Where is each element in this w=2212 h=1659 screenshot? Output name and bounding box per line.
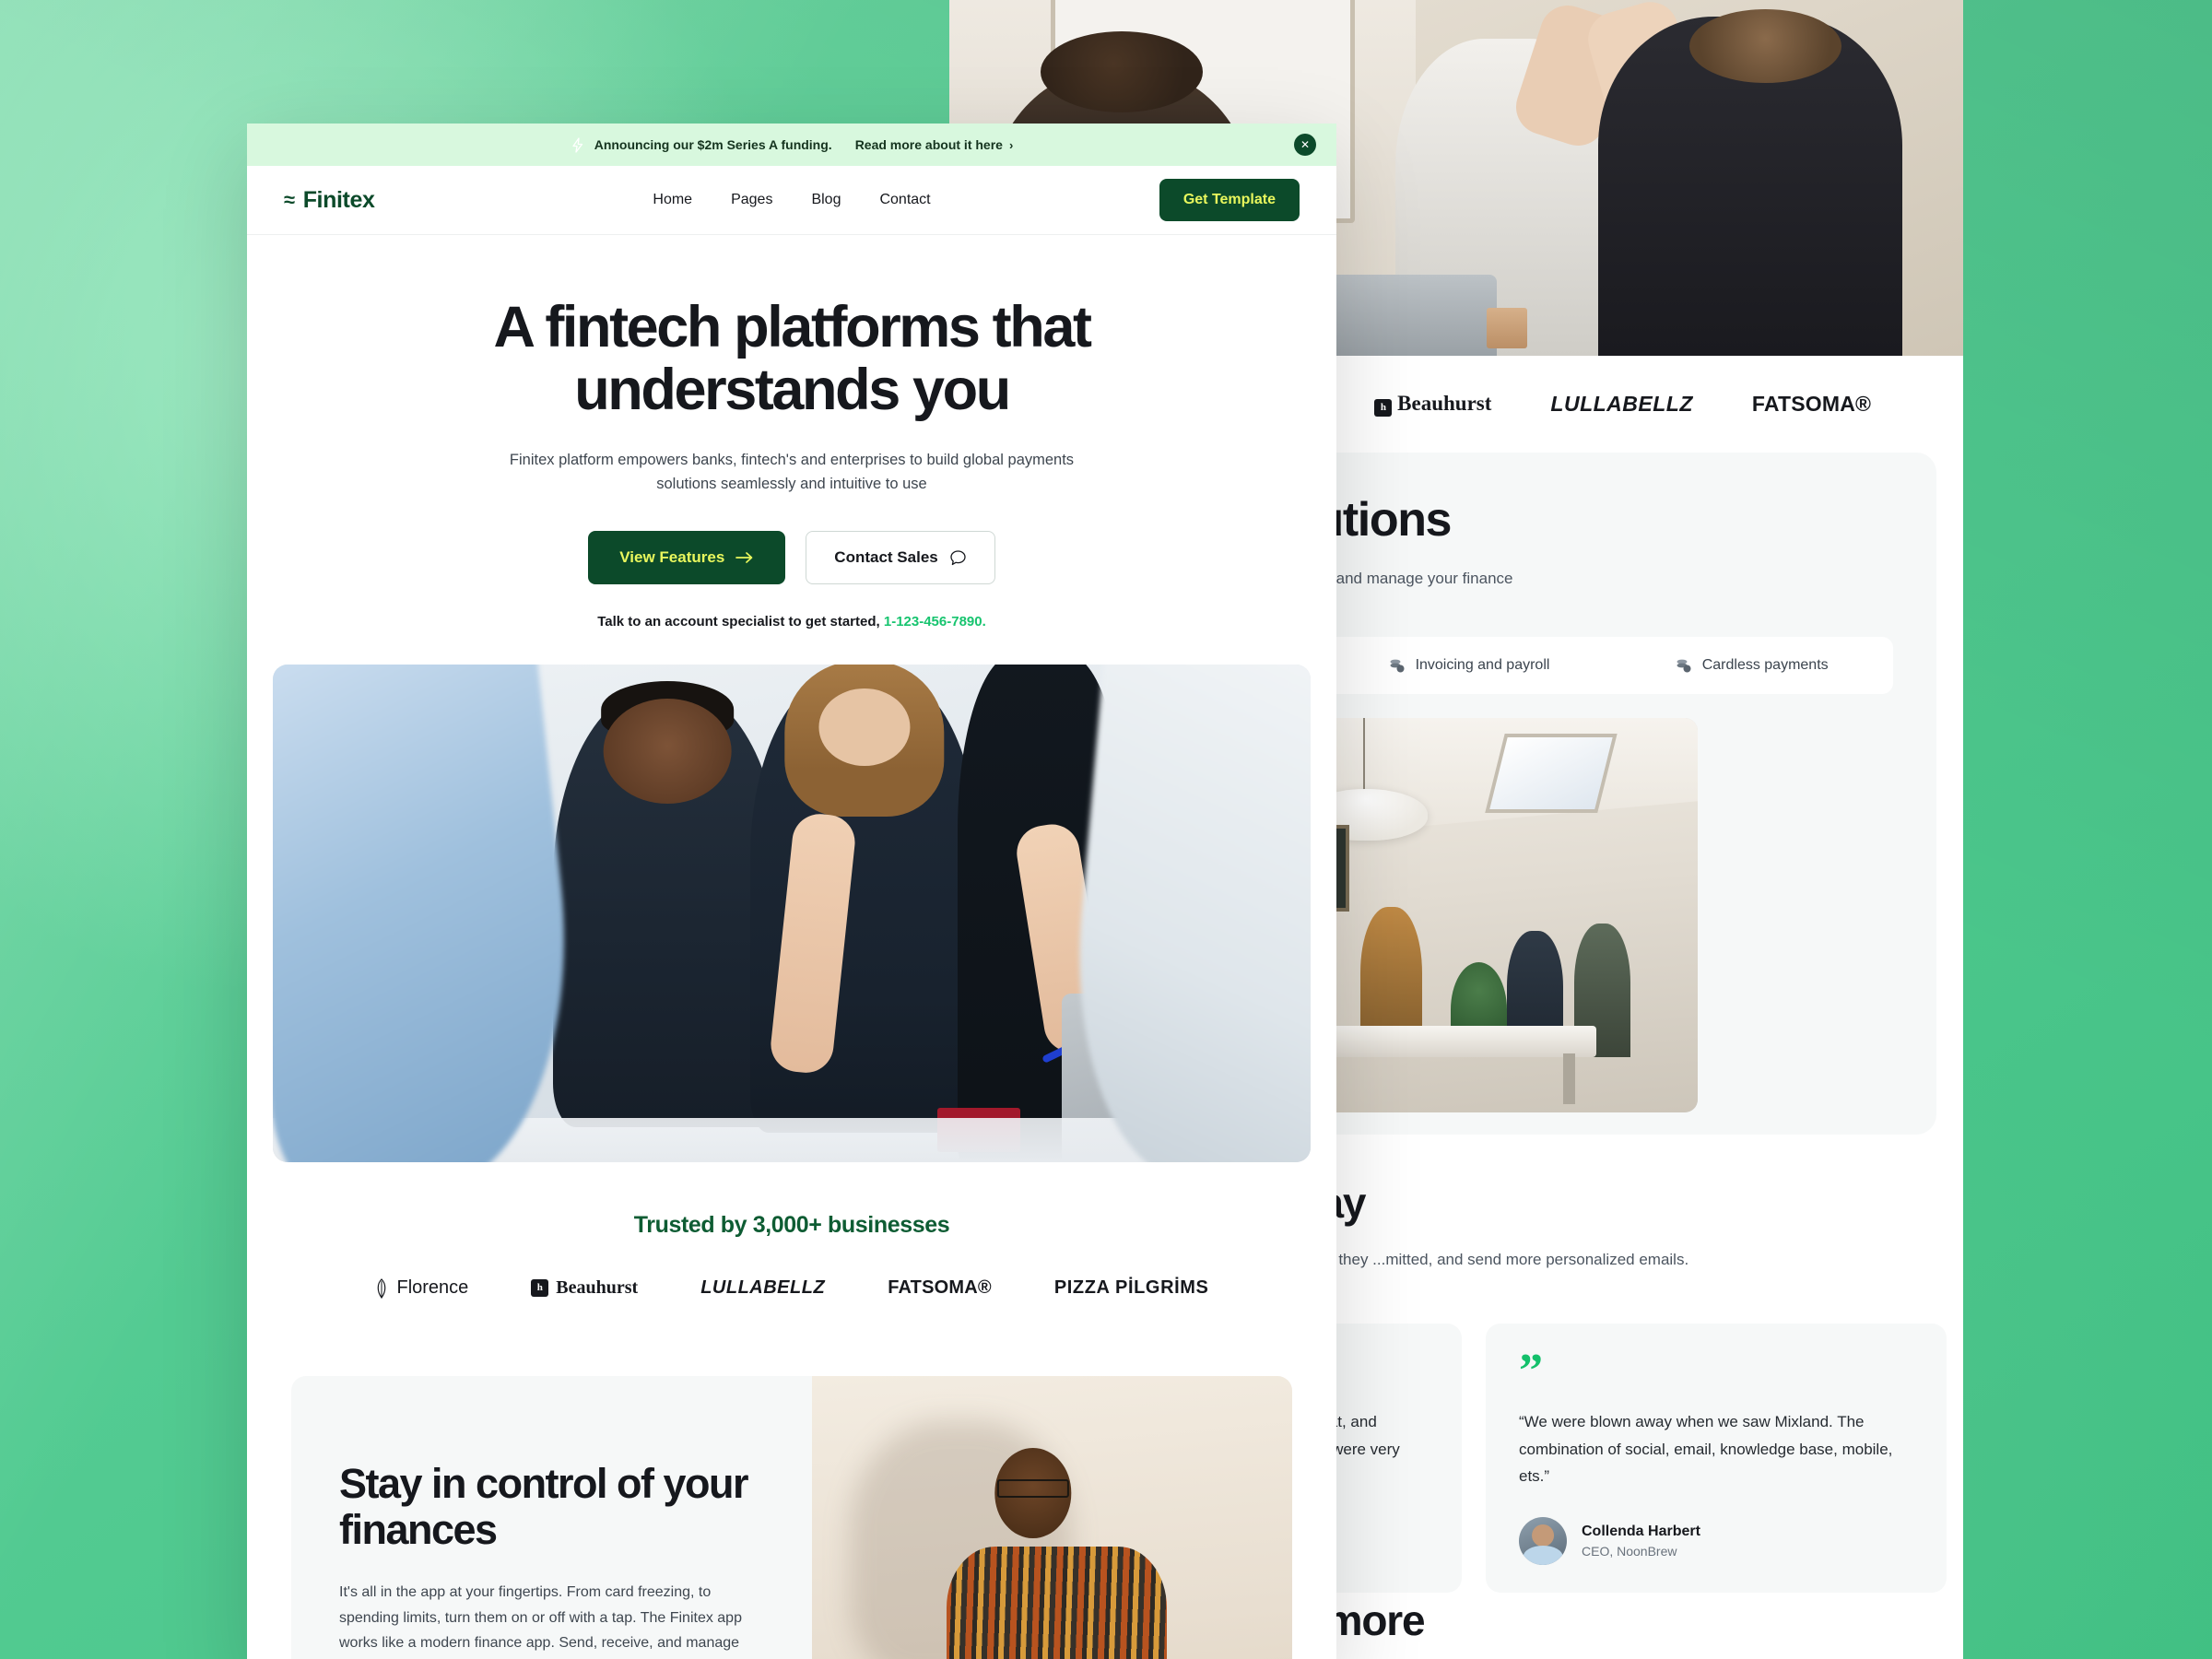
back-logo-beauhurst: h Beauhurst xyxy=(1374,392,1491,417)
hero-section: A fintech platforms that understands you… xyxy=(247,235,1336,629)
finances-body: It's all in the app at your fingertips. … xyxy=(339,1584,742,1652)
wave-icon: ≈ xyxy=(284,188,295,211)
avatar xyxy=(1519,1517,1567,1566)
logo-florence-label: Florence xyxy=(396,1277,469,1299)
coins-icon xyxy=(1390,659,1405,673)
back-logo-fatsoma: FATSOMA® xyxy=(1751,392,1872,416)
nav-link-home[interactable]: Home xyxy=(653,192,692,208)
announcement-content: Announcing our $2m Series A funding. Rea… xyxy=(571,136,1014,153)
feather-icon xyxy=(378,1277,386,1299)
testimonial-name: Collenda Harbert xyxy=(1582,1524,1700,1540)
announcement-link-label: Read more about it here xyxy=(854,137,1003,152)
chat-bubble-icon xyxy=(950,550,966,565)
logo-pizza-pilgrims: PIZZA PİLGRİMS xyxy=(1053,1277,1209,1299)
view-features-button[interactable]: View Features xyxy=(588,531,786,585)
logo-lullabellz: LULLABELLZ xyxy=(700,1277,826,1299)
hero-image xyxy=(273,665,1311,1163)
chevron-right-icon: › xyxy=(1008,137,1014,152)
specialist-line: Talk to an account specialist to get sta… xyxy=(247,614,1336,629)
coins-icon xyxy=(1677,659,1691,673)
finances-heading: Stay in control of your finances xyxy=(339,1460,749,1553)
testimonial-card: ” “We were blown away when we saw Mixlan… xyxy=(1486,1324,1947,1594)
phone-link[interactable]: 1-123-456-7890. xyxy=(884,614,986,629)
hero-heading: A fintech platforms that understands you xyxy=(493,295,1091,423)
finances-image xyxy=(811,1376,1292,1659)
trusted-logo-row: Florence h Beauhurst LULLABELLZ FATSOMA®… xyxy=(247,1277,1336,1299)
testimonial-author: Collenda Harbert CEO, NoonBrew xyxy=(1519,1517,1913,1566)
arrow-right-icon xyxy=(735,552,753,564)
announcement-link[interactable]: Read more about it here › xyxy=(855,137,1014,152)
nav-link-blog[interactable]: Blog xyxy=(811,192,841,208)
contact-sales-button[interactable]: Contact Sales xyxy=(806,531,995,585)
logo-beauhurst: h Beauhurst xyxy=(531,1277,638,1299)
announcement-close-button[interactable]: ✕ xyxy=(1294,134,1316,156)
logo-beauhurst-label: Beauhurst xyxy=(556,1277,639,1299)
brand-logo[interactable]: ≈ Finitex xyxy=(284,186,375,214)
back-logo-beauhurst-label: Beauhurst xyxy=(1397,392,1492,415)
finances-section: Stay in control of your finances It's al… xyxy=(291,1376,1292,1659)
nav-links: Home Pages Blog Contact xyxy=(653,192,930,208)
hero-subheading: Finitex platform empowers banks, fintech… xyxy=(509,452,1075,492)
back-tab-invoicing[interactable]: Invoicing and payroll xyxy=(1328,657,1611,674)
logo-fatsoma: FATSOMA® xyxy=(888,1277,992,1299)
b-square-icon: h xyxy=(531,1279,549,1298)
announcement-text: Announcing our $2m Series A funding. xyxy=(594,137,832,152)
view-features-label: View Features xyxy=(619,548,725,567)
specialist-text: Talk to an account specialist to get sta… xyxy=(597,614,880,630)
b-square-icon: h xyxy=(1374,399,1393,417)
back-logo-lullabellz: LULLABELLZ xyxy=(1550,392,1693,416)
quote-mark-icon: ” xyxy=(1519,1345,1543,1397)
screenshot-canvas: PIZZA PİLGRİMS Florence h Beauhurst LULL… xyxy=(0,0,2212,1659)
back-tab-cardless[interactable]: Cardless payments xyxy=(1610,657,1893,674)
nav-link-pages[interactable]: Pages xyxy=(731,192,772,208)
lightning-bolt-icon xyxy=(572,136,582,153)
contact-sales-label: Contact Sales xyxy=(834,548,938,567)
brand-name: Finitex xyxy=(302,186,375,213)
testimonial-quote: “We were blown away when we saw Mixland.… xyxy=(1519,1413,1893,1485)
back-tab-invoicing-label: Invoicing and payroll xyxy=(1415,657,1550,673)
nav-link-contact[interactable]: Contact xyxy=(879,192,930,208)
announcement-bar: Announcing our $2m Series A funding. Rea… xyxy=(247,124,1336,166)
back-tab-cardless-label: Cardless payments xyxy=(1701,657,1829,673)
trusted-title: Trusted by 3,000+ businesses xyxy=(633,1212,950,1239)
foreground-page-card: Announcing our $2m Series A funding. Rea… xyxy=(247,124,1336,1659)
trusted-section: Trusted by 3,000+ businesses Florence h … xyxy=(247,1162,1336,1299)
finances-image-wrap xyxy=(811,1376,1292,1659)
hero-cta-row: View Features Contact Sales xyxy=(247,531,1336,585)
finances-copy: Stay in control of your finances It's al… xyxy=(291,1376,812,1659)
testimonial-role: CEO, NoonBrew xyxy=(1582,1544,1677,1559)
logo-florence: Florence xyxy=(374,1277,468,1299)
navbar: ≈ Finitex Home Pages Blog Contact Get Te… xyxy=(247,166,1336,235)
nav-get-template-button[interactable]: Get Template xyxy=(1159,179,1300,221)
